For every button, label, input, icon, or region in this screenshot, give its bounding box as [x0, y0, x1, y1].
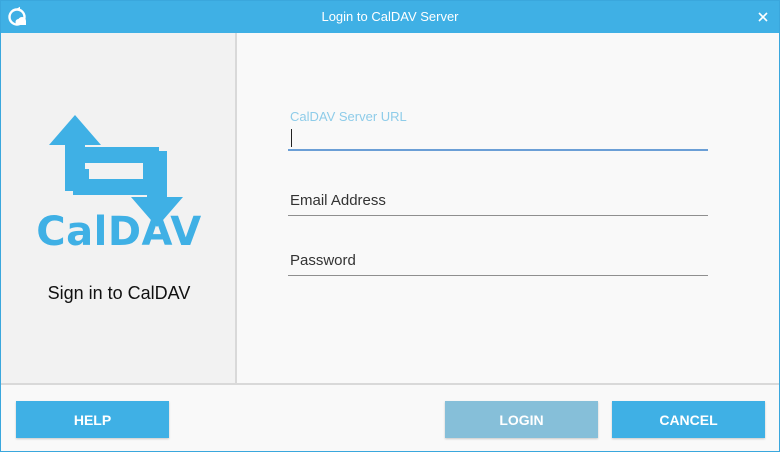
email-field-group: [288, 185, 708, 216]
server-url-input[interactable]: [288, 123, 708, 149]
title-bar: Login to CalDAV Server: [1, 1, 779, 33]
text-cursor: [291, 129, 292, 147]
login-button[interactable]: LOGIN: [445, 401, 598, 438]
email-underline: [288, 215, 708, 216]
server-url-underline: [288, 149, 708, 151]
branding-panel: CalDAV Sign in to CalDAV: [1, 33, 237, 383]
server-url-label: CalDAV Server URL: [290, 109, 407, 124]
login-dialog: Login to CalDAV Server CalDAV Sign in to…: [0, 0, 780, 452]
form-panel: CalDAV Server URL: [239, 33, 779, 383]
server-url-field-group: CalDAV Server URL: [288, 105, 708, 151]
password-underline: [288, 275, 708, 276]
password-field-group: [288, 245, 708, 276]
sign-in-heading: Sign in to CalDAV: [47, 283, 191, 303]
logo-text: CalDAV: [36, 209, 202, 255]
email-input[interactable]: [288, 185, 708, 215]
help-button[interactable]: HELP: [16, 401, 169, 438]
button-bar: HELP LOGIN CANCEL: [1, 383, 779, 451]
cancel-button[interactable]: CANCEL: [612, 401, 765, 438]
close-icon[interactable]: [755, 9, 771, 25]
password-input[interactable]: [288, 245, 708, 275]
window-title: Login to CalDAV Server: [321, 9, 459, 24]
